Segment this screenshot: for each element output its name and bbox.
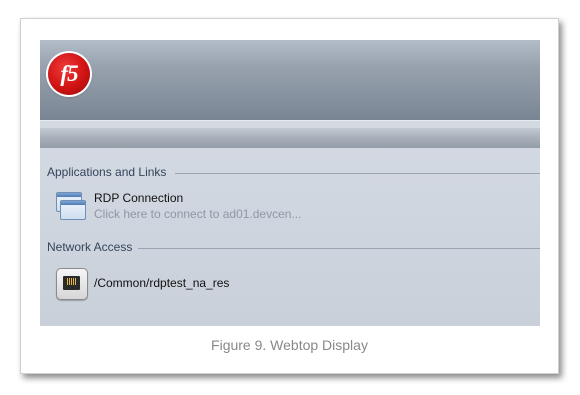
section-divider <box>175 173 540 174</box>
rdp-connection-subtitle: Click here to connect to ad01.devcen... <box>94 207 302 221</box>
rdp-connection-title: RDP Connection <box>94 191 184 205</box>
network-access-resource-title: /Common/rdptest_na_res <box>94 276 230 290</box>
f5-logo: f5 <box>48 53 90 95</box>
webtop-screenshot: f5 Applications and Links RDP Connection… <box>40 40 540 326</box>
section-divider <box>138 248 540 249</box>
toolbar-bar <box>40 128 540 148</box>
section-title-applications: Applications and Links <box>47 165 167 179</box>
network-jack-icon <box>56 268 88 300</box>
webtop-header: f5 <box>40 40 540 120</box>
section-title-network-access: Network Access <box>47 240 133 254</box>
figure-caption: Figure 9. Webtop Display <box>211 337 368 353</box>
figure-frame: f5 Applications and Links RDP Connection… <box>20 18 559 374</box>
rdp-window-icon <box>56 192 86 222</box>
header-divider <box>40 120 540 121</box>
